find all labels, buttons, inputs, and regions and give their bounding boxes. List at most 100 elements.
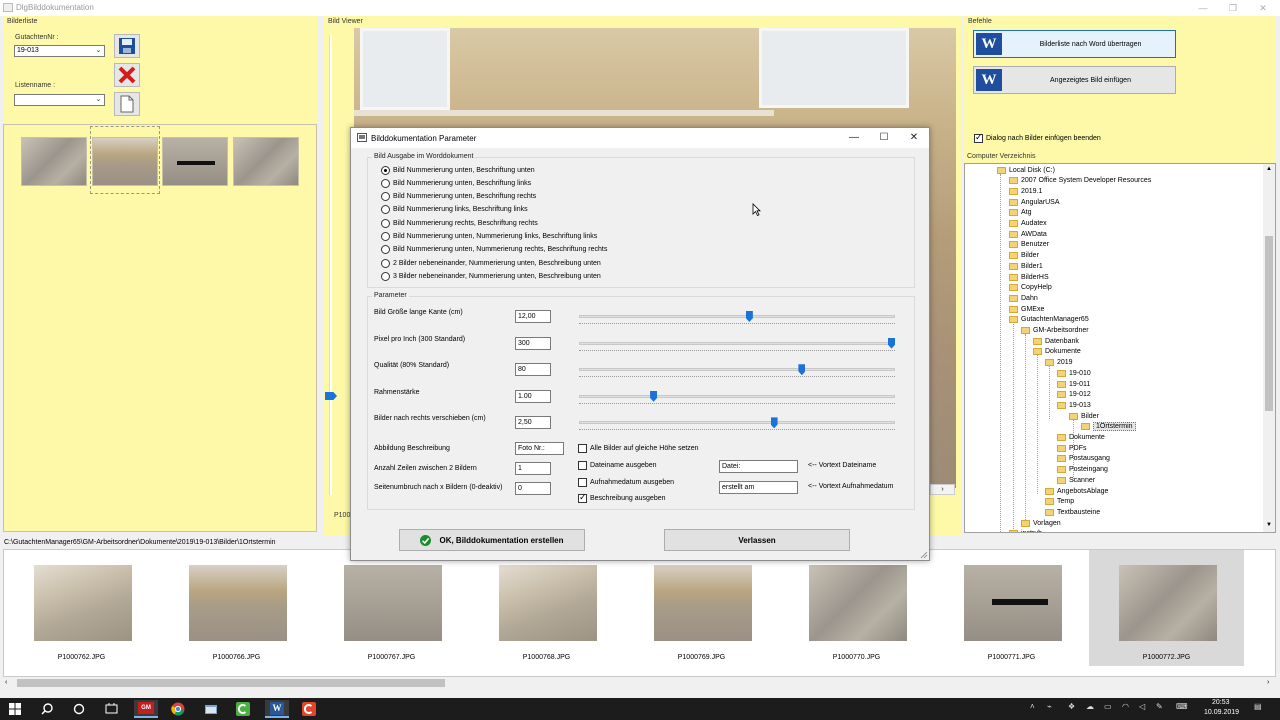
- dialog-close-button[interactable]: ✕: [901, 131, 927, 145]
- tree-folder-item[interactable]: instruh: [1009, 529, 1042, 532]
- clock-date[interactable]: 10.09.2019: [1204, 709, 1239, 716]
- filename-checkbox[interactable]: Dateiname ausgeben: [578, 461, 657, 470]
- wifi-icon[interactable]: ◠: [1122, 702, 1129, 711]
- tree-folder-item[interactable]: 2019.1: [1009, 186, 1042, 196]
- scroll-down-icon[interactable]: ▼: [1264, 522, 1274, 530]
- tree-folder-item[interactable]: Postausgang: [1057, 454, 1110, 464]
- word-export-button[interactable]: W Bilderliste nach Word übertragen: [973, 30, 1176, 58]
- output-option-radio[interactable]: Bild Nummerierung links, Beschriftung li…: [381, 204, 528, 216]
- strip-thumbnail[interactable]: P1000766.JPG: [159, 550, 314, 666]
- close-button[interactable]: ✕: [1248, 1, 1278, 15]
- vortext-aufnahme-input[interactable]: erstellt am: [719, 481, 798, 494]
- parameter-slider[interactable]: [579, 341, 895, 345]
- tree-folder-item[interactable]: 2019: [1045, 358, 1073, 368]
- strip-thumbnail[interactable]: P1000772.JPG: [1089, 550, 1244, 666]
- output-option-radio[interactable]: 3 Bilder nebeneinander, Nummerierung unt…: [381, 270, 601, 282]
- tree-folder-item[interactable]: BilderHS: [1009, 272, 1049, 282]
- viewer-scroll-right[interactable]: ›: [930, 484, 955, 495]
- image-strip[interactable]: P1000762.JPG P1000766.JPG P1000767.JPG P100…: [3, 549, 1276, 677]
- strip-thumbnail[interactable]: P1000767.JPG: [314, 550, 469, 666]
- strip-scrollbar[interactable]: ‹ ›: [3, 677, 1276, 689]
- parameter-input[interactable]: 12,00: [515, 310, 551, 323]
- tree-scroll-thumb[interactable]: [1265, 236, 1273, 411]
- network-icon[interactable]: ⌁: [1047, 702, 1052, 711]
- same-height-checkbox[interactable]: Alle Bilder auf gleiche Höhe setzen: [578, 444, 699, 453]
- parameter-input[interactable]: 2,50: [515, 416, 551, 430]
- tree-folder-item[interactable]: CopyHelp: [1009, 283, 1052, 293]
- task-view-button[interactable]: [100, 700, 122, 718]
- tree-scrollbar[interactable]: ▲ ▼: [1263, 164, 1275, 532]
- search-button[interactable]: [36, 700, 58, 718]
- seitenumbruch-input[interactable]: 0: [515, 482, 551, 495]
- tree-folder-item[interactable]: Bilder: [1069, 411, 1099, 421]
- tree-folder-item[interactable]: 19-010: [1057, 368, 1091, 378]
- tree-folder-item[interactable]: Atg: [1009, 208, 1032, 218]
- resize-grip-icon[interactable]: [918, 549, 928, 559]
- tree-folder-item[interactable]: 1Ortstermin: [1081, 422, 1136, 432]
- parameter-input[interactable]: 1.00: [515, 389, 551, 403]
- tree-folder-item[interactable]: GMExe: [1009, 304, 1044, 314]
- minimize-button[interactable]: —: [1188, 1, 1218, 15]
- output-option-radio[interactable]: Bild Nummerierung unten, Nummerierung li…: [381, 231, 597, 243]
- clock-time[interactable]: 20:53: [1212, 699, 1230, 706]
- output-option-radio[interactable]: Bild Nummerierung unten, Nummerierung re…: [381, 244, 607, 256]
- tree-folder-item[interactable]: Local Disk (C:): [997, 165, 1055, 175]
- output-option-radio[interactable]: Bild Nummerierung unten, Beschriftung un…: [381, 164, 535, 176]
- vortext-datei-input[interactable]: Datei:: [719, 460, 798, 473]
- parameter-slider[interactable]: [579, 315, 895, 318]
- chevron-up-icon[interactable]: ˄: [1030, 702, 1035, 711]
- taskbar-camtasia[interactable]: [232, 700, 254, 718]
- tree-folder-item[interactable]: Dahn: [1009, 293, 1038, 303]
- tree-folder-item[interactable]: Vorlagen: [1021, 518, 1061, 528]
- tree-folder-item[interactable]: Bilder: [1009, 251, 1039, 261]
- tree-folder-item[interactable]: Bilder1: [1009, 261, 1043, 271]
- tree-folder-item[interactable]: Datenbank: [1033, 336, 1079, 346]
- start-button[interactable]: [4, 700, 26, 718]
- taskbar-explorer[interactable]: [200, 700, 222, 718]
- tree-folder-item[interactable]: Benutzer: [1009, 240, 1049, 250]
- thumbnail[interactable]: [92, 137, 158, 186]
- tree-folder-item[interactable]: PDFs: [1057, 443, 1087, 453]
- tree-folder-item[interactable]: Scanner: [1057, 475, 1095, 485]
- description-checkbox[interactable]: Beschreibung ausgeben: [578, 492, 666, 503]
- tree-folder-item[interactable]: AngularUSA: [1009, 197, 1060, 207]
- tree-folder-item[interactable]: GutachtenManager65: [1009, 315, 1089, 325]
- delete-button[interactable]: [114, 63, 140, 87]
- onedrive-icon[interactable]: ☁: [1086, 702, 1094, 711]
- directory-tree[interactable]: Local Disk (C:) 2007 Office System Develo…: [964, 163, 1276, 533]
- tree-folder-item[interactable]: 19-013: [1057, 400, 1091, 410]
- tree-folder-item[interactable]: 2007 Office System Developer Resources: [1009, 176, 1151, 186]
- parameter-input[interactable]: 80: [515, 363, 551, 377]
- scroll-right-icon[interactable]: ›: [1267, 679, 1269, 686]
- dropbox-icon[interactable]: ❖: [1068, 702, 1075, 711]
- strip-thumbnail[interactable]: P1000768.JPG: [469, 550, 624, 666]
- tree-folder-item[interactable]: Dokumente: [1057, 433, 1105, 443]
- save-button[interactable]: [114, 34, 140, 58]
- output-option-radio[interactable]: Bild Nummerierung rechts, Beschriftung r…: [381, 217, 538, 229]
- parameter-slider[interactable]: [579, 394, 895, 398]
- pen-icon[interactable]: ✎: [1156, 702, 1163, 711]
- output-option-radio[interactable]: Bild Nummerierung unten, Beschriftung re…: [381, 191, 536, 203]
- leave-button[interactable]: Verlassen: [664, 529, 850, 551]
- thumbnail[interactable]: [162, 137, 228, 186]
- close-dialog-checkbox[interactable]: Dialog nach Bilder einfügen beenden: [974, 132, 1101, 143]
- speaker-icon[interactable]: ◁: [1139, 702, 1145, 711]
- notification-icon[interactable]: ▤: [1254, 702, 1262, 711]
- parameter-input[interactable]: 300: [515, 336, 551, 350]
- tree-folder-item[interactable]: Dokumente: [1033, 347, 1081, 357]
- thumbnail[interactable]: [21, 137, 87, 186]
- gutachten-select[interactable]: 19-013 ⌄: [14, 45, 105, 57]
- strip-scroll-thumb[interactable]: [17, 679, 445, 687]
- taskbar-chrome[interactable]: [167, 700, 189, 718]
- taskbar-gm-app[interactable]: GM: [134, 700, 158, 718]
- parameter-slider[interactable]: [579, 421, 895, 425]
- tree-folder-item[interactable]: Temp: [1045, 497, 1074, 507]
- strip-thumbnail[interactable]: P1000771.JPG: [934, 550, 1089, 666]
- maximize-button[interactable]: ❐: [1218, 1, 1248, 15]
- tree-folder-item[interactable]: Textbausteine: [1045, 507, 1100, 517]
- tree-folder-item[interactable]: AngebotsAblage: [1045, 486, 1108, 496]
- tree-folder-item[interactable]: GM-Arbeitsordner: [1021, 326, 1089, 336]
- parameter-slider[interactable]: [579, 368, 895, 372]
- viewer-slider-track[interactable]: [329, 35, 332, 495]
- strip-thumbnail[interactable]: P1000769.JPG: [624, 550, 779, 666]
